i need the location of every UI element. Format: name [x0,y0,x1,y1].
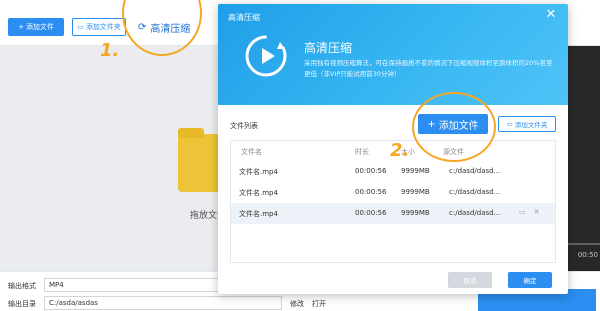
column-header: 文件名 [241,148,262,156]
dir-label: 输出目录 [8,300,36,308]
format-value: MP4 [49,281,64,289]
step2-highlight-circle [412,92,496,162]
file-name: 文件名.mp4 [239,210,278,218]
modify-button[interactable]: 修改 [290,299,304,309]
file-name: 文件名.mp4 [239,189,278,197]
compress-play-icon [245,35,287,77]
file-duration: 00:00:56 [355,209,387,217]
add-file-label: 添加文件 [25,23,54,31]
dialog-header: 高清压缩 ✕ 高清压缩 采用独有视频压缩算法，可在保持画质不变的情况下压缩视频体… [218,4,568,105]
plus-icon: + [18,23,24,31]
format-select[interactable]: MP4 [44,278,224,292]
dialog-add-folder-label: 添加文件夹 [514,121,548,129]
cancel-button[interactable]: 取消 [448,272,492,288]
file-source: c:/dasd/dasd... [449,188,501,196]
file-duration: 00:00:56 [355,167,387,175]
step1-label: 1. [100,40,120,61]
file-size: 9999MB [401,209,430,217]
folder-icon: ▭ [77,23,84,31]
add-file-button[interactable]: + 添加文件 [8,18,64,36]
file-duration: 00:00:56 [355,188,387,196]
open-button[interactable]: 打开 [312,299,326,309]
file-size: 9999MB [401,167,430,175]
dialog-title: 高清压缩 [228,13,260,22]
dialog-description: 采用独有视频压缩算法，可在保持画质不变的情况下压缩视频体积至原体积的20%甚至更… [304,59,553,78]
format-label: 输出格式 [8,282,36,290]
ok-button[interactable]: 确定 [508,272,552,288]
file-list-title: 文件列表 [230,122,258,130]
file-size: 9999MB [401,188,430,196]
close-icon[interactable]: ✕ [544,8,558,22]
dialog-heading: 高清压缩 [304,41,353,55]
column-header: 时长 [355,148,369,156]
table-row[interactable]: 文件名.mp4 00:00:56 9999MB c:/dasd/dasd... [231,161,555,182]
file-name: 文件名.mp4 [239,168,278,176]
file-source: c:/dasd/dasd... [449,209,501,217]
dialog-add-folder-button[interactable]: ▭ 添加文件夹 [498,116,556,132]
folder-open-icon[interactable]: ▭ [519,208,526,216]
step2-label: 2. [390,140,410,161]
dir-field[interactable]: C:/asda/asdas [44,296,282,310]
dir-value: C:/asda/asdas [49,299,98,307]
table-row[interactable]: 文件名.mp4 00:00:56 9999MB c:/dasd/dasd... [231,182,555,203]
add-folder-label: 添加文件夹 [85,23,121,31]
add-folder-button[interactable]: ▭ 添加文件夹 [72,18,126,36]
row-actions: ▭ ✕ [519,208,540,216]
folder-icon: ▭ [506,120,513,128]
file-source: c:/dasd/dasd... [449,167,501,175]
delete-icon[interactable]: ✕ [534,208,540,216]
table-row[interactable]: 文件名.mp4 00:00:56 9999MB c:/dasd/dasd... … [231,203,555,224]
